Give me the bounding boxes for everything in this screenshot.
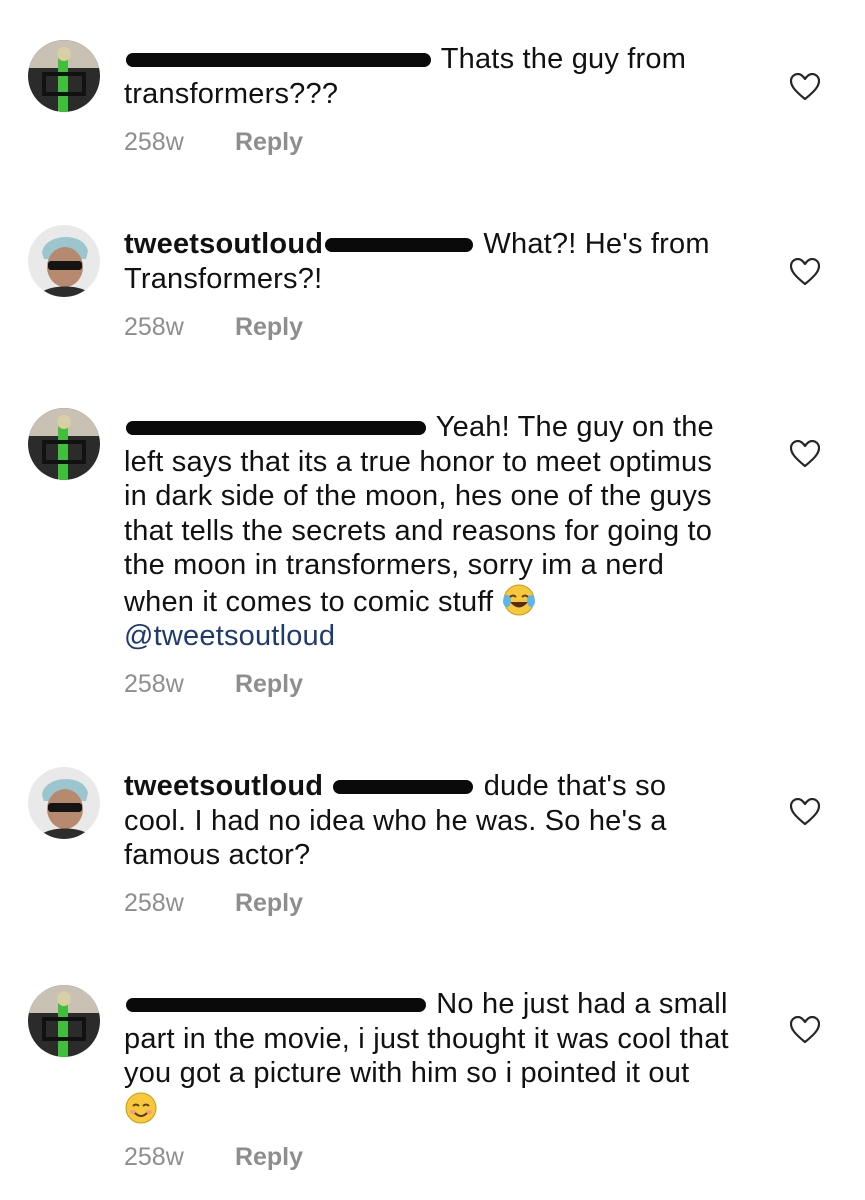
timestamp: 258w: [124, 670, 184, 698]
user-avatar-green-icon: [28, 985, 100, 1057]
username[interactable]: tweetsoutloud: [124, 770, 323, 802]
redacted-mention: [325, 238, 474, 253]
comment-text: No he just had a small part in the movie…: [124, 987, 734, 1127]
comment-meta: 258w Reply: [124, 670, 303, 699]
avatar[interactable]: [28, 40, 100, 112]
smiling-emoji-icon: [125, 1092, 157, 1123]
user-avatar-green-icon: [28, 408, 100, 480]
mention-link[interactable]: @tweetsoutloud: [124, 620, 335, 652]
comment-text: tweetsoutloud dude that's so cool. I had…: [124, 769, 734, 873]
timestamp: 258w: [124, 313, 184, 341]
reply-button[interactable]: Reply: [235, 1143, 303, 1171]
timestamp: 258w: [124, 128, 184, 156]
comment-text: tweetsoutloud What?! He's from Transform…: [124, 227, 734, 296]
avatar[interactable]: [28, 985, 100, 1057]
timestamp: 258w: [124, 889, 184, 917]
comment-meta: 258w Reply: [124, 313, 303, 342]
reply-button[interactable]: Reply: [235, 670, 303, 698]
comment-body: Yeah! The guy on the left says that its …: [124, 411, 714, 618]
reply-button[interactable]: Reply: [235, 313, 303, 341]
comment-meta: 258w Reply: [124, 889, 303, 918]
redacted-mention: [333, 780, 474, 795]
comment-meta: 258w Reply: [124, 128, 303, 157]
like-heart-icon[interactable]: [790, 73, 820, 101]
avatar[interactable]: [28, 225, 100, 297]
laughing-crying-emoji-icon: [502, 584, 535, 615]
redacted-username: [126, 998, 426, 1013]
like-heart-icon[interactable]: [790, 798, 820, 826]
avatar[interactable]: [28, 408, 100, 480]
comment-text: Thats the guy from transformers???: [124, 42, 734, 111]
user-avatar-tweetsoutloud-icon: [28, 225, 100, 297]
like-heart-icon[interactable]: [790, 1016, 820, 1044]
user-avatar-tweetsoutloud-icon: [28, 767, 100, 839]
reply-button[interactable]: Reply: [235, 128, 303, 156]
comment-text: Yeah! The guy on the left says that its …: [124, 410, 734, 654]
avatar[interactable]: [28, 767, 100, 839]
comment-meta: 258w Reply: [124, 1143, 303, 1172]
user-avatar-green-icon: [28, 40, 100, 112]
redacted-username: [126, 421, 426, 436]
like-heart-icon[interactable]: [790, 258, 820, 286]
redacted-username: [126, 53, 431, 68]
timestamp: 258w: [124, 1143, 184, 1171]
like-heart-icon[interactable]: [790, 440, 820, 468]
reply-button[interactable]: Reply: [235, 889, 303, 917]
username[interactable]: tweetsoutloud: [124, 228, 323, 260]
